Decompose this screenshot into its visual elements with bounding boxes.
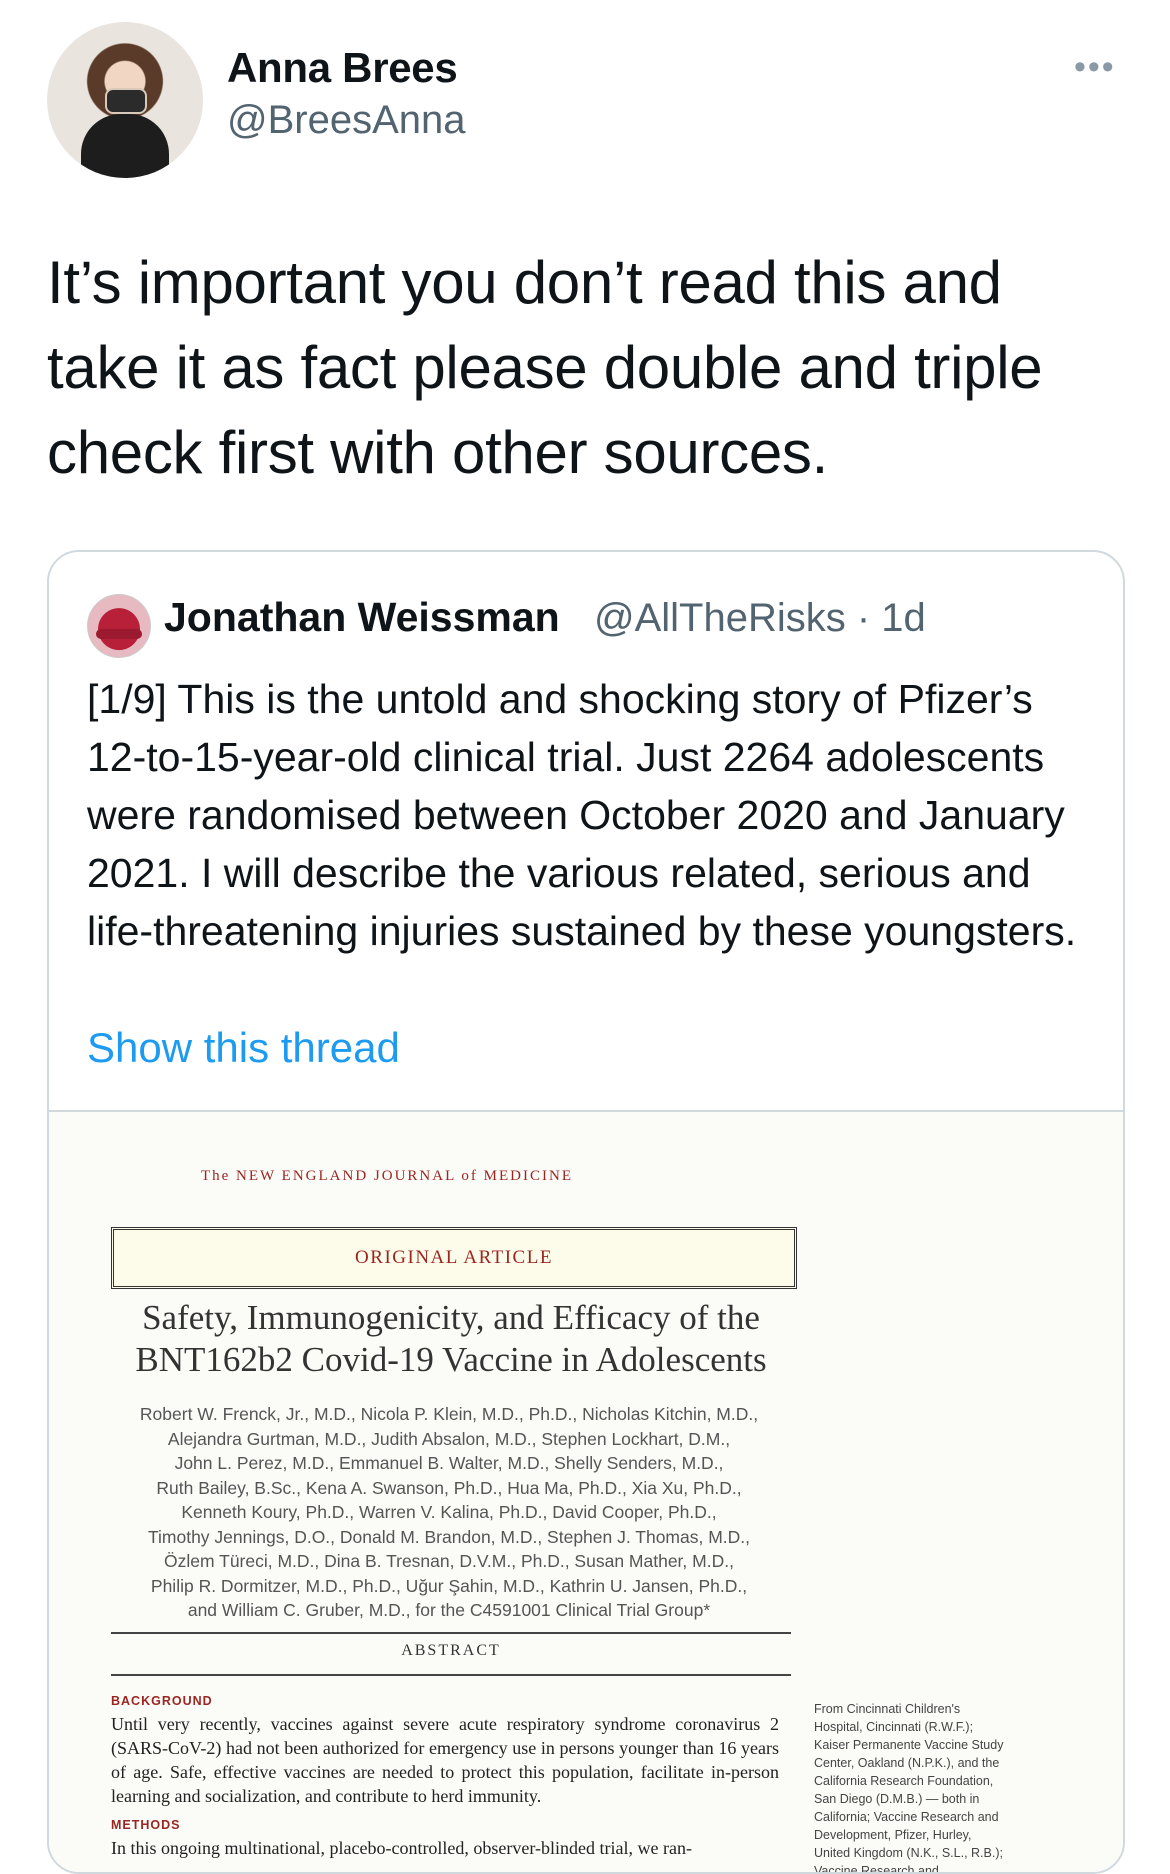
more-options-icon[interactable]: ••• bbox=[1074, 50, 1116, 84]
author-line: Philip R. Dormitzer, M.D., Ph.D., Uğur Ş… bbox=[150, 1575, 748, 1596]
author-line: Özlem Türeci, M.D., Dina B. Tresnan, D.V… bbox=[164, 1551, 734, 1571]
author-line: Robert W. Frenck, Jr., M.D., Nicola P. K… bbox=[139, 1404, 759, 1424]
avatar-figure bbox=[81, 114, 169, 178]
avatar-object bbox=[105, 88, 147, 114]
author-handle[interactable]: @BreesAnna bbox=[227, 98, 466, 143]
author-avatar[interactable] bbox=[47, 22, 203, 178]
journal-masthead: The NEW ENGLAND JOURNAL of MEDICINE bbox=[200, 1168, 574, 1184]
quoted-author-name[interactable]: Jonathan Weissman bbox=[164, 594, 560, 641]
quoted-tweet-text: [1/9] This is the untold and shocking st… bbox=[87, 676, 1077, 954]
show-thread-link[interactable]: Show this thread bbox=[87, 1024, 400, 1072]
author-line: Timothy Jennings, D.O., Donald M. Brando… bbox=[147, 1526, 751, 1547]
paper-authors: Robert W. Frenck, Jr., M.D., Nicola P. K… bbox=[99, 1402, 799, 1623]
article-type-box: ORIGINAL ARTICLE bbox=[111, 1227, 797, 1289]
author-line: Alejandra Gurtman, M.D., Judith Absalon,… bbox=[167, 1428, 731, 1449]
author-line: Ruth Bailey, B.Sc., Kena A. Swanson, Ph.… bbox=[156, 1477, 742, 1498]
affiliations-note: From Cincinnati Children's Hospital, Cin… bbox=[814, 1702, 1004, 1874]
methods-text: In this ongoing multinational, placebo-c… bbox=[111, 1838, 692, 1858]
abstract-bottom-rule bbox=[111, 1674, 791, 1676]
attached-paper-image[interactable]: The NEW ENGLAND JOURNAL of MEDICINE ORIG… bbox=[49, 1112, 1123, 1872]
abstract-label: ABSTRACT bbox=[401, 1642, 501, 1659]
quoted-tweet-card[interactable]: Jonathan Weissman @AllTheRisks · 1d [1/9… bbox=[47, 550, 1125, 1874]
methods-heading: METHODS bbox=[111, 1818, 181, 1832]
tweet-text: It’s important you don’t read this and t… bbox=[47, 249, 1043, 486]
author-line: Kenneth Koury, Ph.D., Warren V. Kalina, … bbox=[181, 1502, 717, 1522]
author-name[interactable]: Anna Brees bbox=[227, 44, 458, 92]
author-line: John L. Perez, M.D., Emmanuel B. Walter,… bbox=[174, 1453, 724, 1473]
quoted-author-avatar[interactable] bbox=[87, 594, 151, 658]
avatar-hat-icon bbox=[96, 629, 142, 639]
background-text: Until very recently, vaccines against se… bbox=[111, 1714, 779, 1806]
quoted-author-handle[interactable]: @AllTheRisks · 1d bbox=[594, 596, 926, 641]
paper-title: Safety, Immunogenicity, and Efficacy of … bbox=[135, 1298, 767, 1379]
background-heading: BACKGROUND bbox=[111, 1694, 213, 1708]
article-type-label: ORIGINAL ARTICLE bbox=[355, 1247, 553, 1268]
abstract-top-rule bbox=[111, 1632, 791, 1634]
author-line: and William C. Gruber, M.D., for the C45… bbox=[187, 1600, 711, 1620]
